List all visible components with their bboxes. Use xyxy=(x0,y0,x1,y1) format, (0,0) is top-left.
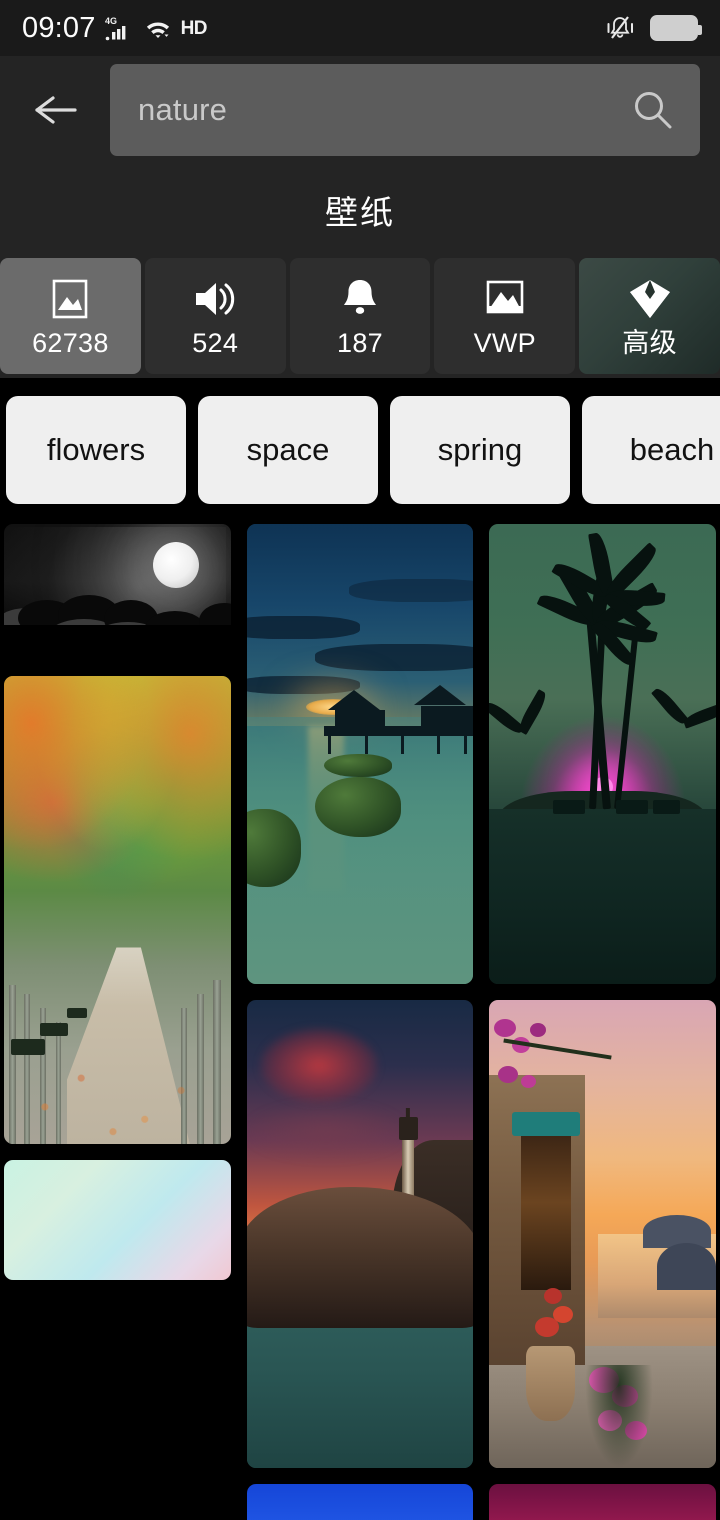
battery-icon xyxy=(650,15,702,41)
chip-space[interactable]: space xyxy=(198,396,378,504)
wallpaper-column-3 xyxy=(489,524,717,1520)
chip-flowers-label: flowers xyxy=(46,432,146,467)
chip-space-label: space xyxy=(246,432,330,467)
tab-images-label: 62738 xyxy=(32,328,109,358)
status-bar-right xyxy=(604,14,702,42)
status-bar: 09:07 4G HD xyxy=(0,0,720,56)
search-input-value: nature xyxy=(138,92,228,127)
tab-vwp-label: VWP xyxy=(473,328,536,358)
app-header: nature 壁纸 62738 524 187 VWP 高级 xyxy=(0,56,720,378)
wallpaper-image-magenta-night-palms xyxy=(489,1484,717,1520)
wallpaper-card-pastel-gradient[interactable] xyxy=(4,1160,231,1280)
tab-ringtones[interactable]: 187 xyxy=(289,258,431,374)
wallpaper-card-palm-trees-magenta-sunset[interactable] xyxy=(489,524,717,984)
tab-sounds[interactable]: 524 xyxy=(144,258,286,374)
wallpaper-card-magenta-night-palms[interactable] xyxy=(489,1484,717,1520)
wallpaper-card-moonlit-clouds-night[interactable] xyxy=(4,524,231,660)
bell-icon xyxy=(338,275,382,323)
wallpaper-column-2 xyxy=(246,524,474,1520)
back-arrow-icon[interactable] xyxy=(28,81,86,139)
tab-images[interactable]: 62738 xyxy=(0,258,141,374)
status-clock: 09:07 xyxy=(22,11,96,44)
status-bar-left: 09:07 4G HD xyxy=(22,11,208,45)
suggestion-chip-row: flowers space spring beach xyxy=(0,378,720,524)
wallpaper-image-pastel-gradient xyxy=(4,1160,231,1280)
wifi-icon xyxy=(144,16,172,40)
search-row: nature xyxy=(0,56,720,164)
silent-bell-icon xyxy=(604,14,636,42)
chip-spring[interactable]: spring xyxy=(390,396,570,504)
chip-spring-label: spring xyxy=(437,432,523,467)
tab-premium[interactable]: 高级 xyxy=(579,258,720,374)
chip-beach-label: beach xyxy=(629,432,715,467)
category-tab-bar: 62738 524 187 VWP 高级 xyxy=(0,258,720,374)
wallpaper-image-moonlit-clouds-night xyxy=(4,524,231,660)
speaker-icon xyxy=(191,275,239,323)
wallpaper-grid xyxy=(0,524,720,1520)
search-icon[interactable] xyxy=(630,87,676,133)
wallpaper-image-autumn-tree-avenue xyxy=(4,676,231,1144)
wallpaper-card-blue-gradient[interactable] xyxy=(246,1484,474,1520)
page-title: 壁纸 xyxy=(325,194,395,231)
image-icon xyxy=(47,275,93,323)
tab-vwp[interactable]: VWP xyxy=(434,258,576,374)
wallpaper-image-blue-gradient xyxy=(246,1484,474,1520)
wallpaper-card-mediterranean-flower-alley[interactable] xyxy=(489,1000,717,1468)
signal-4g-icon: 4G xyxy=(105,15,135,41)
tab-premium-label: 高级 xyxy=(622,328,677,358)
chip-flowers[interactable]: flowers xyxy=(6,396,186,504)
wallpaper-image-palm-trees-magenta-sunset xyxy=(489,524,717,984)
diamond-icon xyxy=(627,275,673,323)
wallpaper-card-teal-sunset-seascape[interactable] xyxy=(246,524,474,984)
wallpaper-image-lighthouse-sunset xyxy=(246,1000,474,1468)
wallpaper-image-teal-sunset-seascape xyxy=(246,524,474,984)
hd-icon: HD xyxy=(180,17,208,39)
video-wallpaper-icon xyxy=(480,275,530,323)
wallpaper-card-lighthouse-sunset[interactable] xyxy=(246,1000,474,1468)
tab-sounds-label: 524 xyxy=(192,328,239,358)
chip-beach[interactable]: beach xyxy=(582,396,720,504)
wallpaper-column-1 xyxy=(4,524,231,1280)
svg-text:4G: 4G xyxy=(105,16,117,26)
wallpaper-image-mediterranean-flower-alley xyxy=(489,1000,717,1468)
search-input[interactable]: nature xyxy=(110,64,700,156)
wallpaper-card-autumn-tree-avenue[interactable] xyxy=(4,676,231,1144)
tab-ringtones-label: 187 xyxy=(337,328,383,358)
